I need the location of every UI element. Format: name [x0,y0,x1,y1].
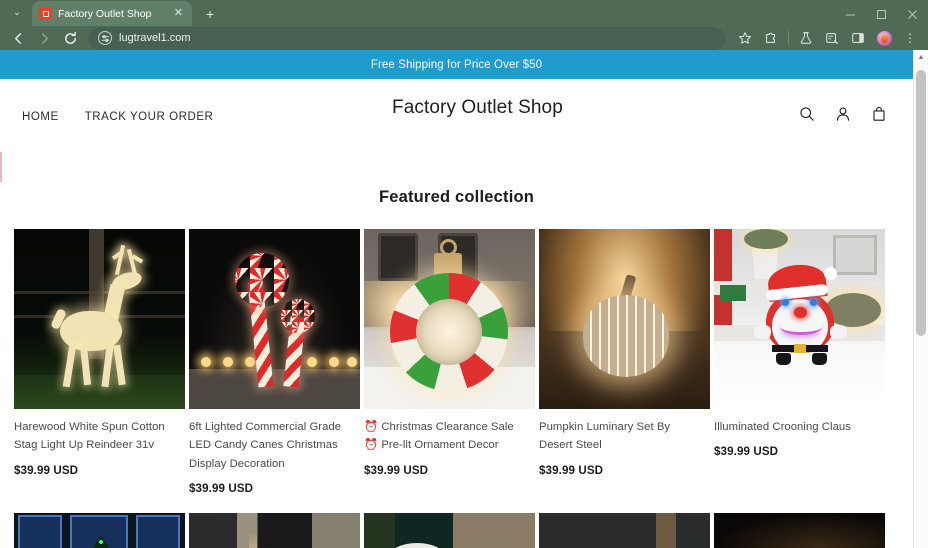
scroll-up-arrow-icon[interactable]: ▲ [914,50,928,64]
browser-tab[interactable]: Factory Outlet Shop ✕ [32,1,192,26]
search-icon[interactable] [799,106,815,122]
nav-link-home[interactable]: HOME [22,111,59,123]
product-title[interactable]: 6ft Lighted Commercial Grade LED Candy C… [189,418,354,473]
bookmark-star-icon[interactable] [733,26,757,50]
web-page: Free Shipping for Price Over $50 HOME TR… [0,50,913,548]
product-price: $39.99 USD [539,463,604,477]
close-icon[interactable]: ✕ [172,6,185,21]
main-navigation: HOME TRACK YOUR ORDER [22,109,213,123]
product-image-wreath-door[interactable] [364,513,535,548]
address-bar[interactable]: lugtravel1.com [88,26,725,50]
product-image-santa[interactable] [714,229,885,409]
site-brand-title[interactable]: Factory Outlet Shop [392,95,622,120]
scrollbar-track[interactable] [914,64,928,548]
product-image-reindeer[interactable] [14,229,185,409]
product-price: $39.99 USD [364,463,429,477]
toolbar-divider [788,31,789,45]
product-title[interactable]: Pumpkin Luminary Set By Desert Steel [539,418,704,455]
tab-title: Factory Outlet Shop [58,7,152,20]
product-card[interactable]: Pumpkin Luminary Set By Desert Steel $39… [539,229,714,495]
tab-search-icon[interactable] [820,26,844,50]
product-caption: Pumpkin Luminary Set By Desert Steel $39… [539,418,704,477]
product-caption: Illuminated Crooning Claus $39.99 USD [714,418,879,458]
product-price: $39.99 USD [14,463,79,477]
site-favicon [39,7,52,20]
page-scrollbar[interactable]: ▲ ▼ [913,50,928,548]
product-card[interactable]: 6ft Lighted Commercial Grade LED Candy C… [189,229,364,495]
header-icon-group [799,106,887,122]
product-image-candy-canes[interactable] [189,229,360,409]
browser-toolbar: lugtravel1.com ⋮ [0,26,928,50]
product-image-garage-santa[interactable] [539,513,710,548]
forward-arrow-icon[interactable] [32,26,56,50]
account-icon[interactable] [835,106,851,122]
profile-avatar[interactable] [872,26,896,50]
product-image-night-scene[interactable] [714,513,885,548]
reload-icon[interactable] [58,26,82,50]
tune-icon[interactable] [98,31,112,45]
scrollbar-thumb[interactable] [916,70,926,336]
tab-strip: ⌄ Factory Outlet Shop ✕ + [0,0,928,26]
page-title: Featured collection [378,188,535,206]
browser-window: ⌄ Factory Outlet Shop ✕ + lugtravel1.com… [0,0,928,548]
product-card[interactable]: ⏰ Christmas Clearance Sale ⏰ Pre-lit Orn… [364,229,539,495]
extension-puzzle-icon[interactable] [759,26,783,50]
product-card[interactable]: Illuminated Crooning Claus $39.99 USD [714,229,889,495]
product-caption: 6ft Lighted Commercial Grade LED Candy C… [189,418,354,495]
page-viewport: Free Shipping for Price Over $50 HOME TR… [0,50,928,548]
new-tab-button[interactable]: + [200,6,220,22]
promo-banner: Free Shipping for Price Over $50 [0,50,913,79]
cart-bag-icon[interactable] [871,106,887,122]
product-grid-next-row [0,513,913,548]
product-price: $39.99 USD [714,445,779,459]
product-image-window-tree[interactable] [14,513,185,548]
window-controls [835,0,928,28]
close-window-icon[interactable] [897,0,928,28]
url-text: lugtravel1.com [119,32,191,44]
site-header: HOME TRACK YOUR ORDER Factory Outlet Sho… [0,79,913,152]
product-caption: ⏰ Christmas Clearance Sale ⏰ Pre-lit Orn… [364,418,529,477]
product-image-pumpkin[interactable] [539,229,710,409]
product-image-ornament[interactable] [364,229,535,409]
side-panel-icon[interactable] [846,26,870,50]
lab-flask-icon[interactable] [794,26,818,50]
product-image-porch-lights[interactable] [189,513,360,548]
minimize-icon[interactable] [835,0,866,28]
product-grid: Harewood White Spun Cotton Stag Light Up… [0,229,913,495]
maximize-icon[interactable] [866,0,897,28]
tab-list-button[interactable]: ⌄ [4,0,30,24]
product-card[interactable]: Harewood White Spun Cotton Stag Light Up… [14,229,189,495]
product-title[interactable]: ⏰ Christmas Clearance Sale ⏰ Pre-lit Orn… [364,418,529,455]
product-price: $39.99 USD [189,482,254,496]
back-arrow-icon[interactable] [6,26,30,50]
product-caption: Harewood White Spun Cotton Stag Light Up… [14,418,179,477]
browser-menu-icon[interactable]: ⋮ [898,26,922,50]
nav-link-track-your-order[interactable]: TRACK YOUR ORDER [85,111,214,123]
product-title[interactable]: Harewood White Spun Cotton Stag Light Up… [14,418,179,455]
product-title[interactable]: Illuminated Crooning Claus [714,418,879,436]
